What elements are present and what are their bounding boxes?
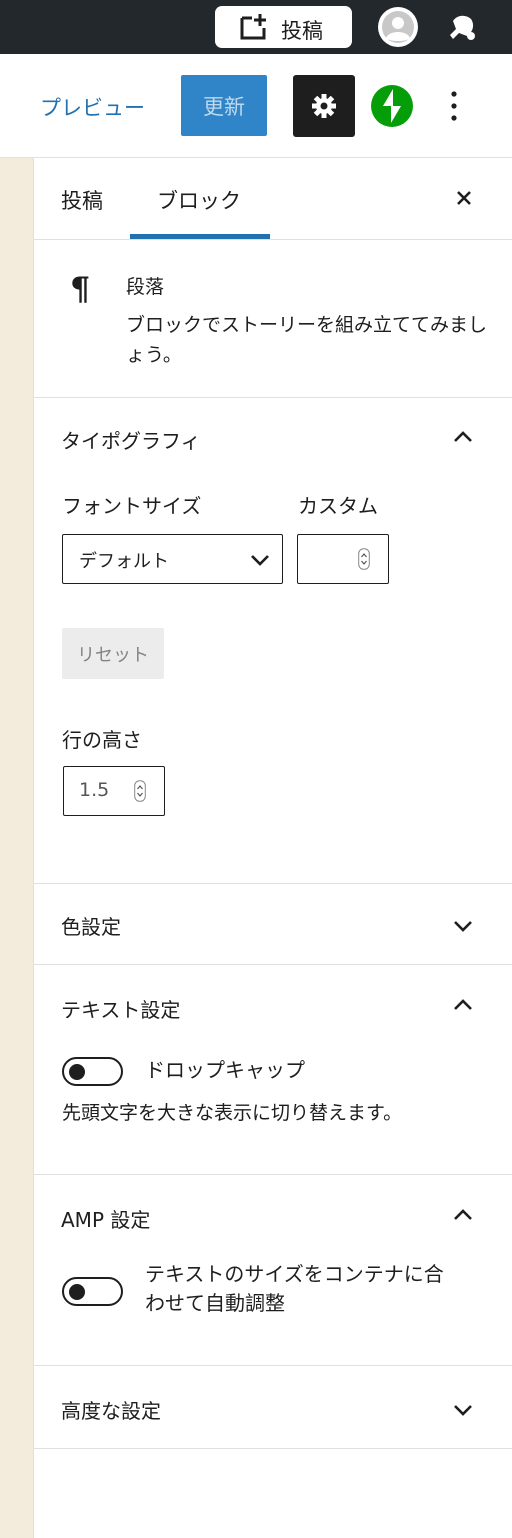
text-settings-title[interactable]: テキスト設定	[61, 994, 180, 1023]
font-size-select[interactable]: デフォルト	[62, 534, 283, 584]
drop-cap-toggle[interactable]	[62, 1057, 123, 1086]
editor-header: プレビュー 更新	[0, 54, 512, 158]
color-settings-title[interactable]: 色設定	[61, 911, 121, 940]
active-tab-indicator	[130, 234, 270, 239]
gear-icon	[312, 94, 336, 118]
jetpack-icon[interactable]	[371, 85, 413, 127]
notification-bell-icon[interactable]	[444, 9, 480, 45]
avatar-icon	[379, 8, 417, 46]
text-settings-panel: テキスト設定 ドロップキャップ 先頭文字を大きな表示に切り替えます。	[34, 965, 512, 1175]
amp-auto-fit-label-line1: テキストのサイズをコンテナに合	[145, 1262, 444, 1286]
spinner-icon[interactable]	[134, 780, 146, 802]
toggle-knob	[69, 1064, 85, 1080]
close-icon[interactable]	[452, 186, 476, 210]
block-description: ブロックでストーリーを組み立ててみましょう。	[126, 314, 488, 366]
new-post-button[interactable]: 投稿	[215, 6, 352, 48]
update-button[interactable]: 更新	[181, 75, 267, 136]
advanced-settings-title[interactable]: 高度な設定	[61, 1395, 161, 1424]
custom-size-label: カスタム	[298, 494, 378, 518]
sidebar-tabs: 投稿 ブロック	[34, 158, 512, 240]
toggle-knob	[69, 1284, 85, 1300]
paragraph-icon: ¶	[70, 270, 91, 308]
drop-cap-help: 先頭文字を大きな表示に切り替えます。	[62, 1102, 403, 1124]
line-height-input[interactable]: 1.5	[63, 766, 165, 816]
chevron-down-icon	[251, 555, 269, 566]
tab-block[interactable]: ブロック	[157, 185, 241, 215]
settings-sidebar: 投稿 ブロック ¶ 段落 ブロックでストーリーを組み立ててみましょう。 タイポグ…	[34, 158, 512, 1538]
advanced-settings-panel[interactable]: 高度な設定	[34, 1366, 512, 1449]
color-settings-panel[interactable]: 色設定	[34, 884, 512, 965]
editor-canvas-strip	[0, 158, 34, 1538]
typography-panel-title[interactable]: タイポグラフィ	[61, 425, 201, 454]
chevron-down-icon[interactable]	[452, 919, 474, 933]
chevron-down-icon[interactable]	[452, 1403, 474, 1417]
drop-cap-label: ドロップキャップ	[145, 1058, 305, 1082]
block-title: 段落	[126, 276, 165, 298]
user-avatar[interactable]	[378, 7, 418, 47]
new-post-label: 投稿	[281, 19, 323, 43]
custom-font-size-input[interactable]	[297, 534, 389, 584]
line-height-value: 1.5	[79, 779, 110, 801]
admin-bar: 投稿	[0, 0, 512, 54]
preview-link[interactable]: プレビュー	[40, 92, 145, 122]
settings-button[interactable]	[293, 75, 355, 137]
amp-auto-fit-label-line2: わせて自動調整	[145, 1291, 285, 1315]
chevron-up-icon[interactable]	[452, 998, 474, 1012]
amp-settings-title[interactable]: AMP 設定	[61, 1204, 150, 1233]
tab-post[interactable]: 投稿	[61, 185, 103, 215]
add-post-icon	[240, 14, 266, 40]
font-size-label: フォントサイズ	[62, 494, 202, 518]
amp-settings-panel: AMP 設定 テキストのサイズをコンテナに合 わせて自動調整	[34, 1175, 512, 1366]
amp-auto-fit-toggle[interactable]	[62, 1277, 123, 1306]
block-card: ¶ 段落 ブロックでストーリーを組み立ててみましょう。	[34, 240, 512, 398]
spinner-icon[interactable]	[358, 548, 370, 570]
more-options-icon[interactable]	[441, 86, 467, 126]
reset-button[interactable]: リセット	[62, 628, 164, 679]
chevron-up-icon[interactable]	[452, 430, 474, 444]
font-size-select-value: デフォルト	[79, 551, 169, 572]
chevron-up-icon[interactable]	[452, 1208, 474, 1222]
line-height-label: 行の高さ	[62, 728, 142, 752]
